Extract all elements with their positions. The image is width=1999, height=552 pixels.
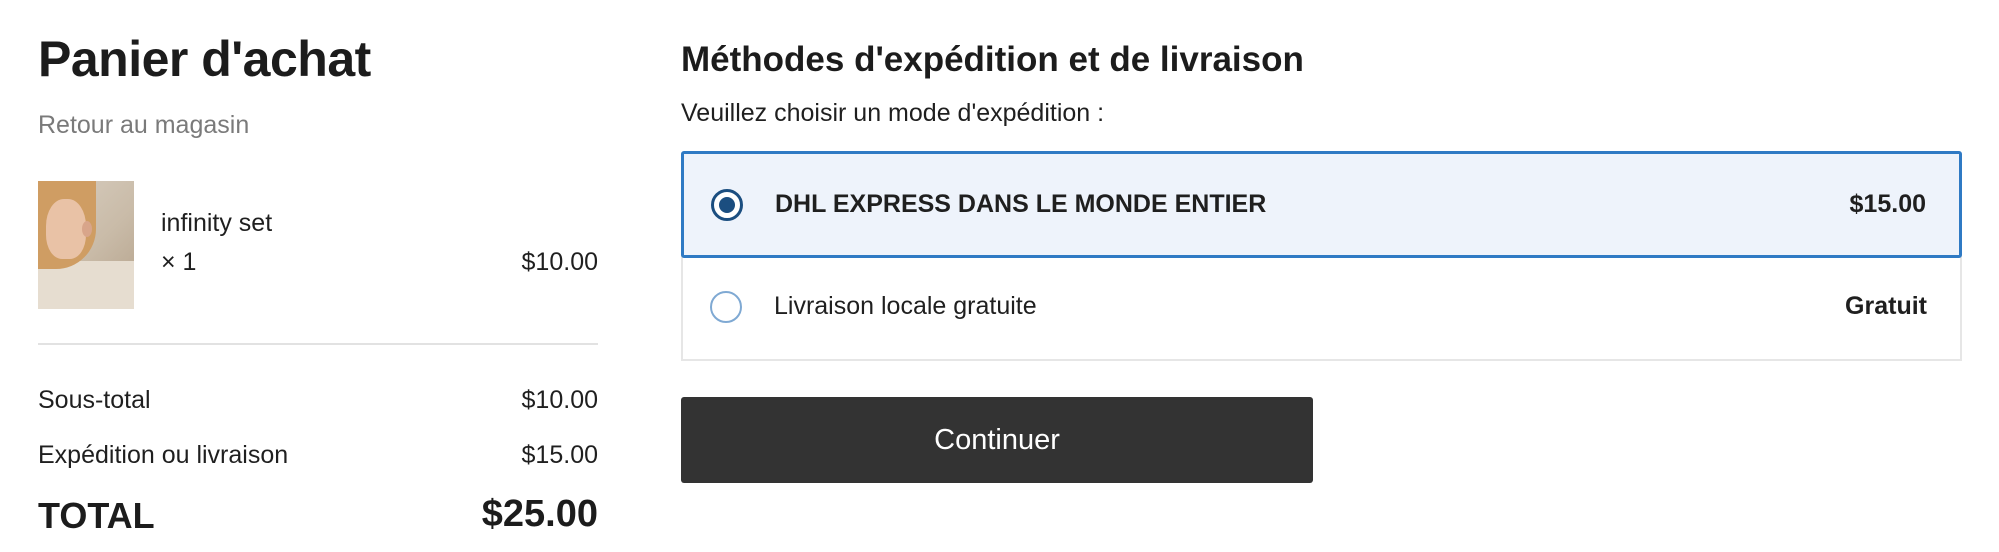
shipping-option-label: Livraison locale gratuite bbox=[774, 292, 1037, 320]
item-price: $10.00 bbox=[521, 248, 598, 276]
shipping-option-price: Gratuit bbox=[1845, 292, 1927, 320]
shipping-option-label: DHL EXPRESS DANS LE MONDE ENTIER bbox=[775, 190, 1267, 218]
divider bbox=[38, 343, 598, 345]
item-name: infinity set bbox=[161, 209, 273, 237]
total-label: TOTAL bbox=[38, 495, 155, 536]
back-to-store-link[interactable]: Retour au magasin bbox=[38, 111, 249, 140]
shipping-option-local[interactable]: Livraison locale gratuite Gratuit bbox=[681, 254, 1962, 361]
total-value: $25.00 bbox=[481, 493, 598, 535]
product-image[interactable] bbox=[38, 181, 134, 309]
shipping-options: DHL EXPRESS DANS LE MONDE ENTIER $15.00 … bbox=[681, 151, 1962, 361]
page-title: Panier d'achat bbox=[38, 31, 371, 87]
radio-unselected-icon[interactable] bbox=[710, 290, 742, 323]
shipping-label: Expédition ou livraison bbox=[38, 441, 289, 469]
item-quantity: × 1 bbox=[161, 248, 197, 276]
shipping-instruction: Veuillez choisir un mode d'expédition : bbox=[681, 99, 1105, 127]
shipping-title: Méthodes d'expédition et de livraison bbox=[681, 40, 1304, 79]
radio-selected-icon[interactable] bbox=[711, 188, 743, 221]
subtotal-value: $10.00 bbox=[521, 386, 598, 414]
continue-button[interactable]: Continuer bbox=[681, 397, 1313, 483]
shipping-value: $15.00 bbox=[521, 441, 598, 469]
shipping-option-price: $15.00 bbox=[1849, 190, 1926, 218]
subtotal-label: Sous-total bbox=[38, 386, 151, 414]
shipping-option-dhl[interactable]: DHL EXPRESS DANS LE MONDE ENTIER $15.00 bbox=[681, 151, 1962, 258]
